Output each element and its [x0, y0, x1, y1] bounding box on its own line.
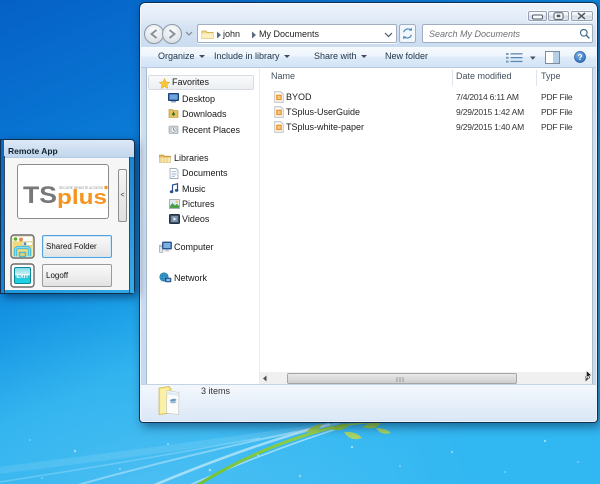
- svg-text:plus: plus: [57, 187, 107, 209]
- svg-text:TS: TS: [23, 182, 57, 209]
- svg-text:?: ?: [577, 52, 582, 62]
- svg-text:EXIT: EXIT: [16, 274, 29, 280]
- svg-text:SECURE REMOTE ACCESS: SECURE REMOTE ACCESS: [59, 186, 104, 190]
